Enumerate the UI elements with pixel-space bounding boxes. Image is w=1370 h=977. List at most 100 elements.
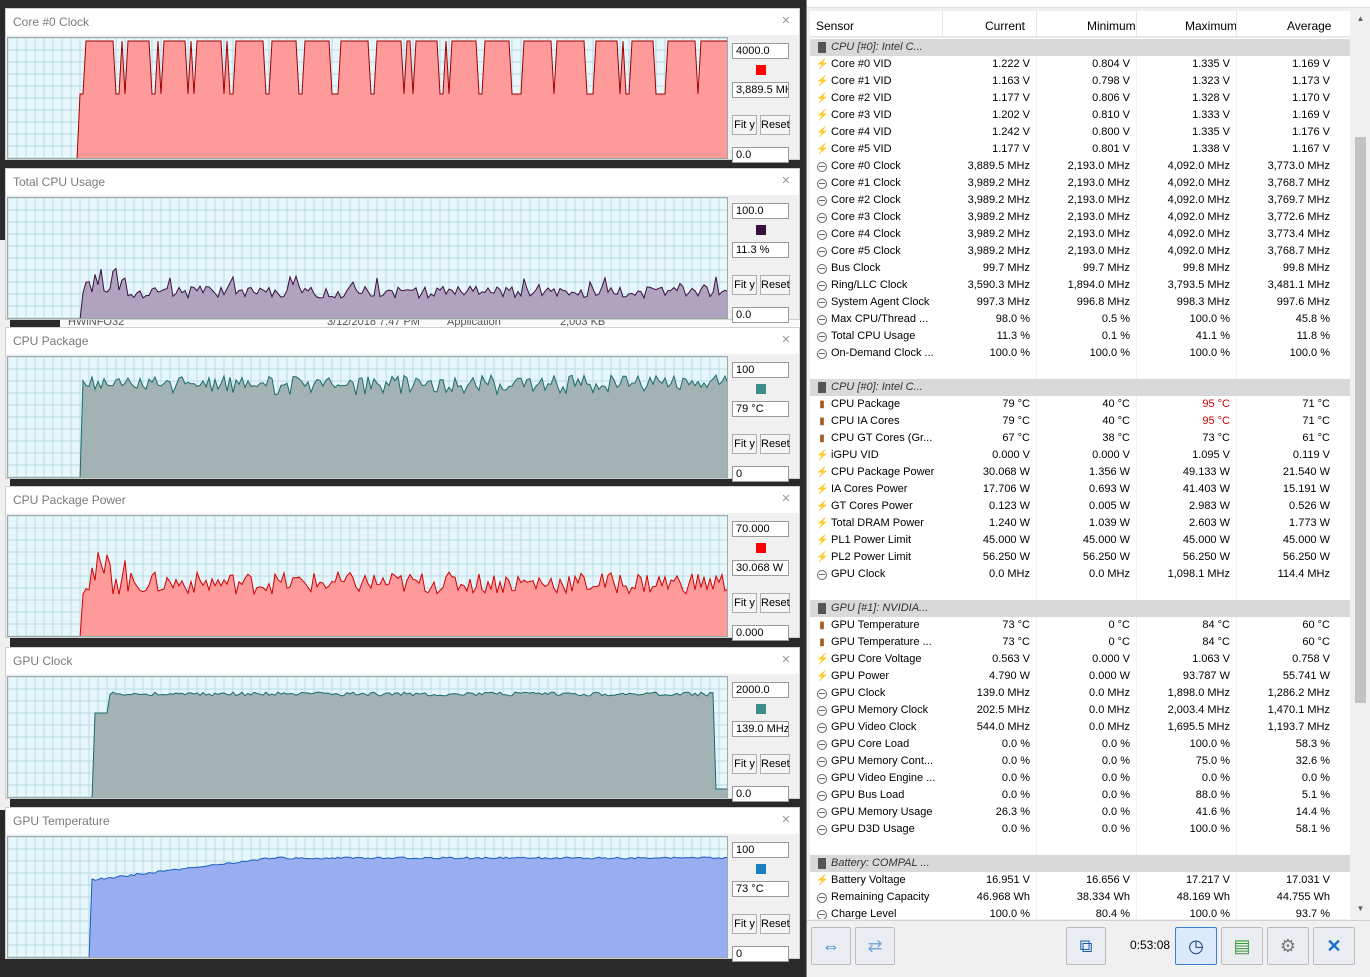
sensor-row[interactable]: Bus Clock 99.7 MHz 99.7 MHz 99.8 MHz 99.8 MH…	[810, 260, 1350, 277]
scroll-down-icon[interactable]: ▼	[1353, 901, 1368, 916]
reset-button[interactable]: Reset	[760, 115, 790, 135]
col-minimum[interactable]: Minimum	[1087, 19, 1136, 33]
color-swatch[interactable]	[756, 384, 766, 394]
sensor-row[interactable]: ⚡ Core #5 VID 1.177 V 0.801 V 1.338 V 1.167 V	[810, 141, 1350, 158]
graph-max-value[interactable]: 4000.0	[732, 43, 789, 59]
close-icon[interactable]: ✕	[779, 492, 793, 506]
sensor-row[interactable]: ⚡ PL2 Power Limit 56.250 W 56.250 W 56.250 W…	[810, 549, 1350, 566]
sensor-row[interactable]: GPU D3D Usage 0.0 % 0.0 % 100.0 % 58.1 %	[810, 821, 1350, 838]
color-swatch[interactable]	[756, 543, 766, 553]
graph-max-value[interactable]: 2000.0	[732, 682, 789, 698]
close-button[interactable]: ✕	[1313, 927, 1355, 965]
sensor-group[interactable]: CPU [#0]: Intel C...	[810, 379, 1350, 396]
sensor-row[interactable]: Core #5 Clock 3,989.2 MHz 2,193.0 MHz 4,092…	[810, 243, 1350, 260]
sensor-row[interactable]: ⚡ Total DRAM Power 1.240 W 1.039 W 2.603 W 1.…	[810, 515, 1350, 532]
sensor-row[interactable]: Max CPU/Thread ... 98.0 % 0.5 % 100.0 % 45.8…	[810, 311, 1350, 328]
sensor-row[interactable]: GPU Video Clock 544.0 MHz 0.0 MHz 1,695.5 M…	[810, 719, 1350, 736]
sensor-row[interactable]: ▮ GPU Temperature ... 73 °C 0 °C 84 °C 60 °C	[810, 634, 1350, 651]
sensor-row[interactable]: GPU Memory Cont... 0.0 % 0.0 % 75.0 % 32.6 %	[810, 753, 1350, 770]
close-icon[interactable]: ✕	[779, 333, 793, 347]
sensor-row[interactable]: Ring/LLC Clock 3,590.3 MHz 1,894.0 MHz 3,79…	[810, 277, 1350, 294]
settings-button[interactable]: ⚙	[1267, 927, 1309, 965]
expand-columns-button[interactable]: ⇔	[811, 927, 851, 965]
sensor-row[interactable]: GPU Core Load 0.0 % 0.0 % 100.0 % 58.3 %	[810, 736, 1350, 753]
sensor-row[interactable]: ⚡ GT Cores Power 0.123 W 0.005 W 2.983 W 0.52…	[810, 498, 1350, 515]
graph-min-value[interactable]: 0.0	[732, 786, 789, 802]
sensor-row[interactable]: ⚡ IA Cores Power 17.706 W 0.693 W 41.403 W 15…	[810, 481, 1350, 498]
sensor-row[interactable]: ⚡ Core #2 VID 1.177 V 0.806 V 1.328 V 1.170 V	[810, 90, 1350, 107]
sensor-row[interactable]: Charge Level 100.0 % 80.4 % 100.0 % 93.7 %	[810, 906, 1350, 919]
sensor-row[interactable]: ⚡ Core #0 VID 1.222 V 0.804 V 1.335 V 1.169 V	[810, 56, 1350, 73]
fit-y-button[interactable]: Fit y	[732, 434, 757, 454]
sensor-row[interactable]: Core #0 Clock 3,889.5 MHz 2,193.0 MHz 4,092…	[810, 158, 1350, 175]
sensor-row[interactable]: ⚡ Core #3 VID 1.202 V 0.810 V 1.333 V 1.169 V	[810, 107, 1350, 124]
sensor-row[interactable]: ▮ CPU GT Cores (Gr... 67 °C 38 °C 73 °C 61 °C	[810, 430, 1350, 447]
fit-y-button[interactable]: Fit y	[732, 593, 757, 613]
col-current[interactable]: Current	[985, 19, 1025, 33]
sensor-row[interactable]: GPU Memory Clock 202.5 MHz 0.0 MHz 2,003.4 …	[810, 702, 1350, 719]
scroll-thumb[interactable]	[1355, 137, 1366, 703]
fit-y-button[interactable]: Fit y	[732, 754, 757, 774]
clock-reset-button[interactable]: ◷	[1175, 927, 1217, 965]
sensor-row[interactable]: ⚡ GPU Power 4.790 W 0.000 W 93.787 W 55.741 W	[810, 668, 1350, 685]
sensor-row[interactable]: GPU Clock 0.0 MHz 0.0 MHz 1,098.1 MHz 114.4 …	[810, 566, 1350, 583]
graph-max-value[interactable]: 100	[732, 842, 789, 858]
sensor-row[interactable]: ▮ CPU IA Cores 79 °C 40 °C 95 °C 71 °C	[810, 413, 1350, 430]
scroll-up-icon[interactable]: ▲	[1353, 11, 1368, 26]
sensor-group[interactable]: CPU [#0]: Intel C...	[810, 39, 1350, 56]
sensor-row[interactable]: ▮ GPU Temperature 73 °C 0 °C 84 °C 60 °C	[810, 617, 1350, 634]
sensor-row[interactable]: ⚡ iGPU VID 0.000 V 0.000 V 1.095 V 0.119 V	[810, 447, 1350, 464]
sensor-row[interactable]: ⚡ GPU Core Voltage 0.563 V 0.000 V 1.063 V 0.…	[810, 651, 1350, 668]
col-maximum[interactable]: Maximum	[1185, 19, 1237, 33]
fit-y-button[interactable]: Fit y	[732, 914, 757, 934]
sensor-row[interactable]: GPU Bus Load 0.0 % 0.0 % 88.0 % 5.1 %	[810, 787, 1350, 804]
sensor-row[interactable]: GPU Memory Usage 26.3 % 0.0 % 41.6 % 14.4 %	[810, 804, 1350, 821]
graph-min-value[interactable]: 0	[732, 946, 789, 962]
sensor-row[interactable]: GPU Clock 139.0 MHz 0.0 MHz 1,898.0 MHz 1,28…	[810, 685, 1350, 702]
sensor-row[interactable]: GPU Video Engine ... 0.0 % 0.0 % 0.0 % 0.0 %	[810, 770, 1350, 787]
sensor-row[interactable]: ⚡ PL1 Power Limit 45.000 W 45.000 W 45.000 W…	[810, 532, 1350, 549]
graph-min-value[interactable]: 0.0	[732, 147, 789, 163]
sensor-row[interactable]: Total CPU Usage 11.3 % 0.1 % 41.1 % 11.8 %	[810, 328, 1350, 345]
col-sensor[interactable]: Sensor	[816, 19, 854, 33]
reset-button[interactable]: Reset	[760, 914, 790, 934]
color-swatch[interactable]	[756, 225, 766, 235]
color-swatch[interactable]	[756, 65, 766, 75]
collapse-columns-button[interactable]: ⇄	[855, 927, 895, 965]
sensor-row[interactable]: System Agent Clock 997.3 MHz 996.8 MHz 998.…	[810, 294, 1350, 311]
sensor-row[interactable]: Core #4 Clock 3,989.2 MHz 2,193.0 MHz 4,092…	[810, 226, 1350, 243]
close-icon[interactable]: ✕	[779, 174, 793, 188]
reset-button[interactable]: Reset	[760, 434, 790, 454]
sensor-row[interactable]: Core #3 Clock 3,989.2 MHz 2,193.0 MHz 4,092…	[810, 209, 1350, 226]
sensor-row[interactable]: ⚡ Core #4 VID 1.242 V 0.800 V 1.335 V 1.176 V	[810, 124, 1350, 141]
sensor-row[interactable]: Core #1 Clock 3,989.2 MHz 2,193.0 MHz 4,092…	[810, 175, 1350, 192]
sensor-row[interactable]: Remaining Capacity 46.968 Wh 38.334 Wh 48.1…	[810, 889, 1350, 906]
network-button[interactable]: ⧉	[1066, 927, 1106, 965]
sensor-row[interactable]: ▮ CPU Package 79 °C 40 °C 95 °C 71 °C	[810, 396, 1350, 413]
sensor-row[interactable]: ⚡ Battery Voltage 16.951 V 16.656 V 17.217 V…	[810, 872, 1350, 889]
add-report-button[interactable]: ▤	[1221, 927, 1263, 965]
color-swatch[interactable]	[756, 864, 766, 874]
col-average[interactable]: Average	[1287, 19, 1331, 33]
sensor-group[interactable]: GPU [#1]: NVIDIA...	[810, 600, 1350, 617]
graph-min-value[interactable]: 0.0	[732, 307, 789, 323]
sensor-group[interactable]: Battery: COMPAL ...	[810, 855, 1350, 872]
close-icon[interactable]: ✕	[779, 14, 793, 28]
graph-max-value[interactable]: 70.000	[732, 521, 789, 537]
reset-button[interactable]: Reset	[760, 275, 790, 295]
graph-min-value[interactable]: 0	[732, 466, 789, 482]
sensor-row[interactable]: ⚡ Core #1 VID 1.163 V 0.798 V 1.323 V 1.173 V	[810, 73, 1350, 90]
fit-y-button[interactable]: Fit y	[732, 115, 757, 135]
reset-button[interactable]: Reset	[760, 593, 790, 613]
sensor-row[interactable]: ⚡ CPU Package Power 30.068 W 1.356 W 49.133 …	[810, 464, 1350, 481]
sensor-row[interactable]: On-Demand Clock ... 100.0 % 100.0 % 100.0 %…	[810, 345, 1350, 362]
reset-button[interactable]: Reset	[760, 754, 790, 774]
color-swatch[interactable]	[756, 704, 766, 714]
graph-min-value[interactable]: 0.000	[732, 625, 789, 641]
fit-y-button[interactable]: Fit y	[732, 275, 757, 295]
scrollbar[interactable]: ▲ ▼	[1353, 11, 1368, 916]
sensor-row[interactable]: Core #2 Clock 3,989.2 MHz 2,193.0 MHz 4,092…	[810, 192, 1350, 209]
close-icon[interactable]: ✕	[779, 653, 793, 667]
graph-max-value[interactable]: 100	[732, 362, 789, 378]
close-icon[interactable]: ✕	[779, 813, 793, 827]
